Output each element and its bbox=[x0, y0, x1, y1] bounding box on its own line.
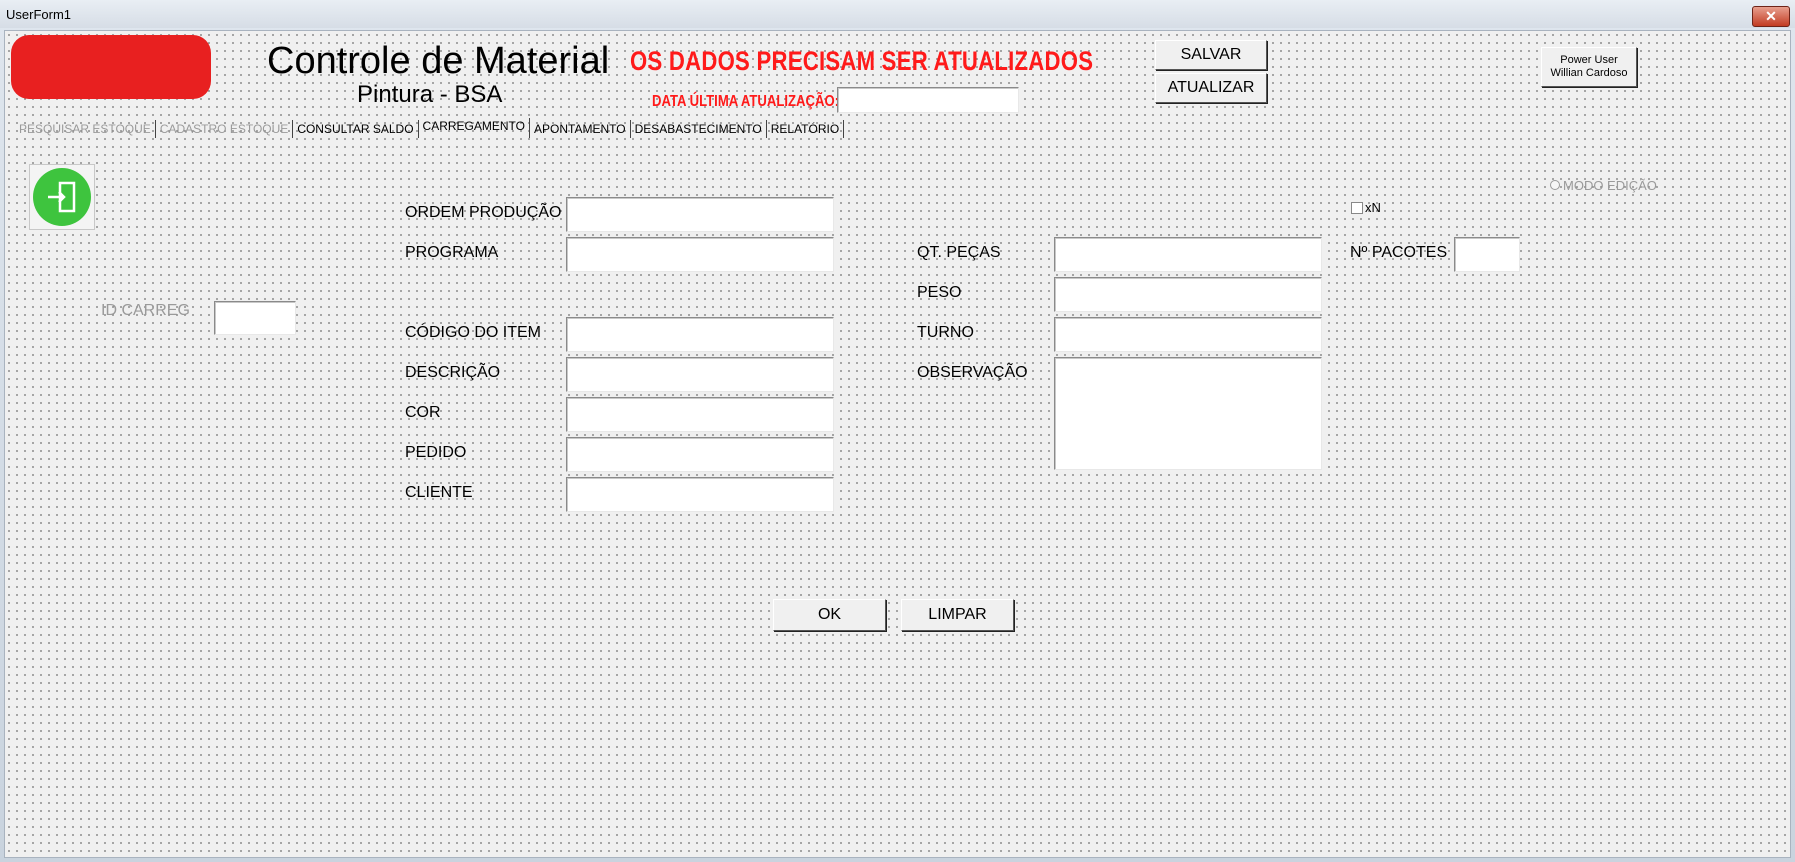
modo-edicao-radio[interactable] bbox=[1550, 180, 1560, 190]
tab-strip: PESQUISAR ESTOQUE CADASTRO ESTOQUE CONSU… bbox=[15, 118, 845, 138]
user-role-label: Power User bbox=[1560, 54, 1618, 66]
tab-relatorio[interactable]: RELATÓRIO bbox=[767, 120, 845, 138]
close-button[interactable]: ✕ bbox=[1752, 6, 1790, 27]
peso-field[interactable] bbox=[1054, 277, 1322, 312]
last-update-field[interactable] bbox=[837, 87, 1019, 113]
save-button[interactable]: SALVAR bbox=[1155, 40, 1267, 70]
modo-edicao-label: MODO EDIÇÃO bbox=[1563, 178, 1657, 193]
tab-carregamento[interactable]: CARREGAMENTO bbox=[419, 118, 530, 138]
page-subtitle: Pintura - BSA bbox=[357, 81, 503, 108]
pedido-label: PEDIDO bbox=[405, 444, 467, 461]
programa-field[interactable] bbox=[566, 237, 834, 272]
ordem-producao-label: ORDEM PRODUÇÃO bbox=[405, 204, 562, 221]
title-bar: UserForm1 ✕ bbox=[0, 0, 1795, 28]
form-client-area: Controle de Material Pintura - BSA OS DA… bbox=[4, 30, 1791, 858]
cliente-field[interactable] bbox=[566, 477, 834, 512]
codigo-item-label: CÓDIGO DO ITEM bbox=[405, 324, 541, 341]
window-title: UserForm1 bbox=[6, 7, 72, 22]
ok-button[interactable]: OK bbox=[773, 599, 886, 631]
update-warning: OS DADOS PRECISAM SER ATUALIZADOS bbox=[630, 46, 1094, 76]
turno-label: TURNO bbox=[917, 324, 974, 341]
pacotes-field[interactable] bbox=[1454, 237, 1520, 272]
xn-label: xN bbox=[1365, 200, 1381, 215]
tab-pesquisar-estoque[interactable]: PESQUISAR ESTOQUE bbox=[15, 120, 156, 138]
page-title: Controle de Material bbox=[267, 40, 610, 82]
cor-label: COR bbox=[405, 404, 441, 421]
observacao-label: OBSERVAÇÃO bbox=[917, 364, 1028, 381]
tab-apontamento[interactable]: APONTAMENTO bbox=[530, 120, 631, 138]
close-icon: ✕ bbox=[1765, 8, 1777, 24]
exit-icon bbox=[33, 168, 91, 226]
clear-button[interactable]: LIMPAR bbox=[901, 599, 1014, 631]
peso-label: PESO bbox=[917, 284, 962, 301]
pacotes-label: Nº PACOTES bbox=[1350, 244, 1448, 261]
descricao-field[interactable] bbox=[566, 357, 834, 392]
tab-desabastecimento[interactable]: DESABASTECIMENTO bbox=[631, 120, 767, 138]
codigo-item-field[interactable] bbox=[566, 317, 834, 352]
turno-field[interactable] bbox=[1054, 317, 1322, 352]
descricao-label: DESCRIÇÃO bbox=[405, 364, 501, 381]
observacao-field[interactable] bbox=[1054, 357, 1322, 470]
id-carreg-label: ID CARREG bbox=[101, 302, 190, 319]
tab-consultar-saldo[interactable]: CONSULTAR SALDO bbox=[293, 120, 419, 138]
xn-checkbox[interactable] bbox=[1351, 202, 1363, 214]
pedido-field[interactable] bbox=[566, 437, 834, 472]
power-user-button[interactable]: Power User Willian Cardoso bbox=[1541, 47, 1637, 87]
exit-button[interactable] bbox=[29, 164, 95, 230]
cor-field[interactable] bbox=[566, 397, 834, 432]
cliente-label: CLIENTE bbox=[405, 484, 473, 501]
userform-window: UserForm1 ✕ Controle de Material Pintura… bbox=[0, 0, 1795, 862]
tab-cadastro-estoque[interactable]: CADASTRO ESTOQUE bbox=[156, 120, 294, 138]
id-carreg-field[interactable] bbox=[214, 301, 296, 335]
programa-label: PROGRAMA bbox=[405, 244, 499, 261]
redacted-logo bbox=[11, 35, 211, 99]
update-button[interactable]: ATUALIZAR bbox=[1155, 73, 1267, 103]
last-update-label: DATA ÚLTIMA ATUALIZAÇÃO: bbox=[652, 93, 840, 110]
ordem-producao-field[interactable] bbox=[566, 197, 834, 232]
qt-pecas-label: QT. PEÇAS bbox=[917, 244, 1001, 261]
qt-pecas-field[interactable] bbox=[1054, 237, 1322, 272]
user-name-label: Willian Cardoso bbox=[1550, 67, 1628, 79]
